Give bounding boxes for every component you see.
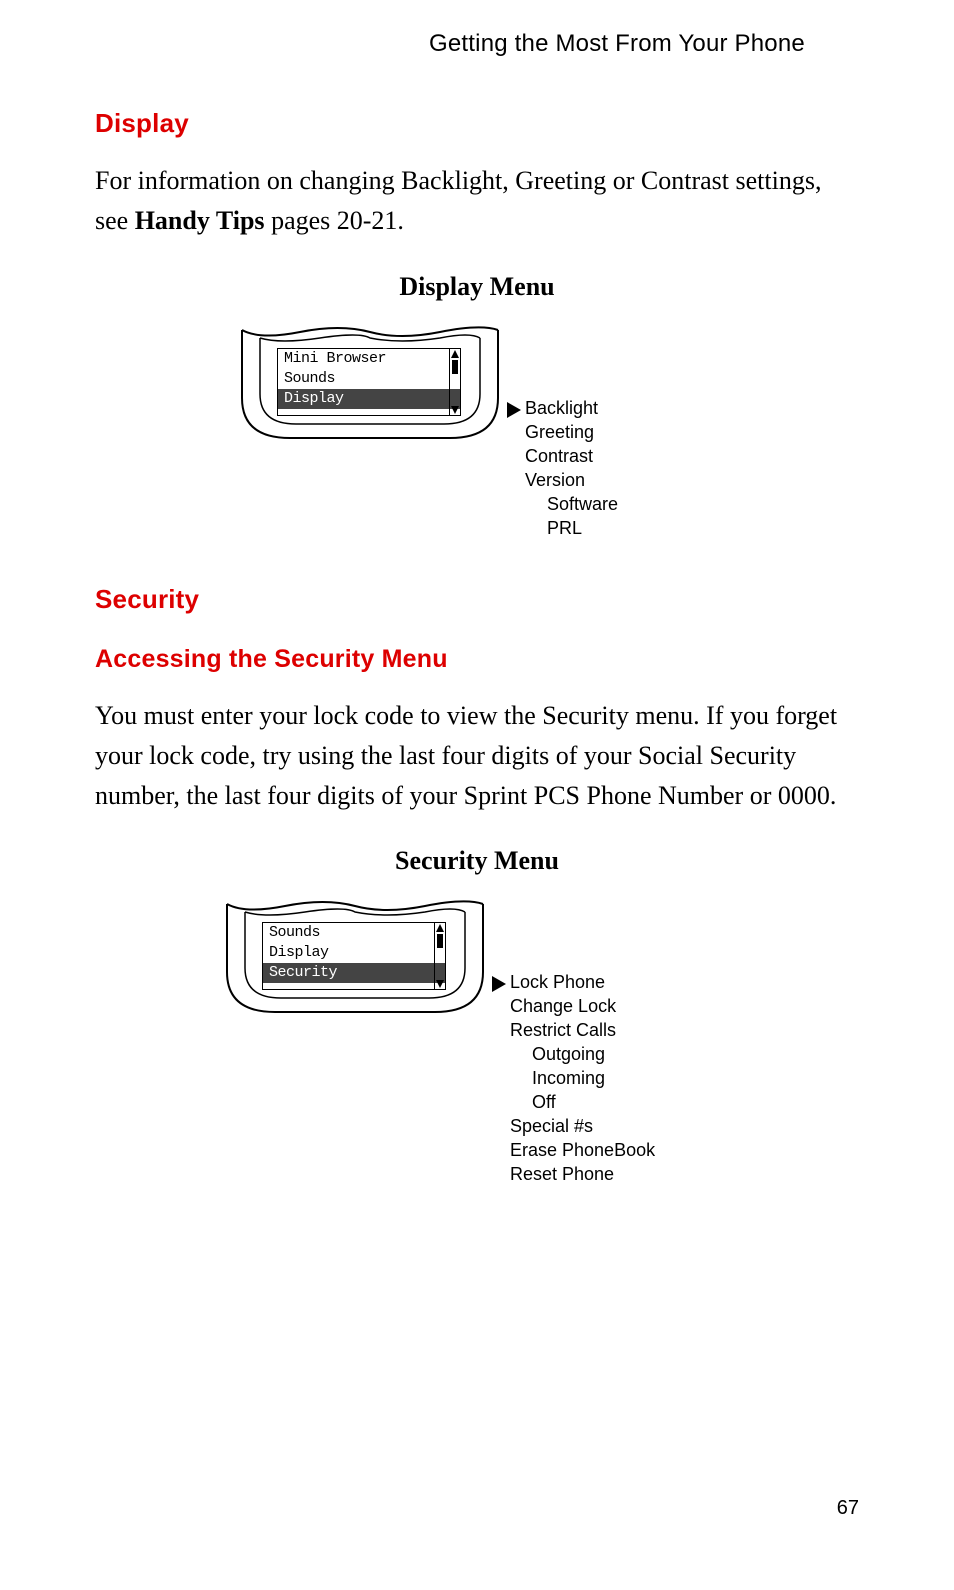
lcd-scrollbar bbox=[434, 923, 445, 989]
security-paragraph: You must enter your lock code to view th… bbox=[95, 696, 859, 817]
callout-line: Restrict Calls bbox=[510, 1018, 655, 1042]
scroll-down-icon bbox=[450, 405, 460, 415]
subheading-security: Accessing the Security Menu bbox=[95, 645, 859, 674]
text: pages 20-21. bbox=[265, 206, 404, 235]
callout-line: Software bbox=[525, 492, 618, 516]
display-paragraph: For information on changing Backlight, G… bbox=[95, 161, 859, 242]
figure-title-display: Display Menu bbox=[95, 272, 859, 302]
scroll-thumb bbox=[452, 360, 458, 374]
callout-line: Erase PhoneBook bbox=[510, 1138, 655, 1162]
lcd-scrollbar bbox=[449, 349, 460, 415]
triangle-right-icon bbox=[492, 974, 506, 998]
callout-line: Greeting bbox=[525, 420, 618, 444]
lcd-row: Sounds bbox=[263, 923, 445, 943]
callout-line: Backlight bbox=[525, 396, 618, 420]
callout-line: Lock Phone bbox=[510, 970, 655, 994]
phone-illustration: Sounds Display Security bbox=[225, 892, 485, 1027]
lcd-row: Mini Browser bbox=[278, 349, 460, 369]
scroll-up-icon bbox=[435, 923, 445, 933]
lcd-screen: Sounds Display Security bbox=[262, 922, 446, 990]
figure-security-menu: Sounds Display Security Lock Phone Chang… bbox=[95, 892, 859, 1192]
callout-line: Contrast bbox=[525, 444, 618, 468]
lcd-row-selected: Security bbox=[263, 963, 445, 983]
callout-security: Lock Phone Change Lock Restrict Calls Ou… bbox=[510, 970, 655, 1186]
heading-security: Security bbox=[95, 584, 859, 615]
scroll-down-icon bbox=[435, 979, 445, 989]
callout-line: Reset Phone bbox=[510, 1162, 655, 1186]
callout-line: Change Lock bbox=[510, 994, 655, 1018]
callout-line: Incoming bbox=[510, 1066, 655, 1090]
running-header: Getting the Most From Your Phone bbox=[375, 30, 859, 58]
callout-line: Outgoing bbox=[510, 1042, 655, 1066]
scroll-up-icon bbox=[450, 349, 460, 359]
lcd-screen: Mini Browser Sounds Display bbox=[277, 348, 461, 416]
page-number: 67 bbox=[837, 1497, 859, 1520]
lcd-row: Display bbox=[263, 943, 445, 963]
heading-display: Display bbox=[95, 108, 859, 139]
callout-display: Backlight Greeting Contrast Version Soft… bbox=[525, 396, 618, 540]
text-bold: Handy Tips bbox=[135, 206, 265, 235]
lcd-row: Sounds bbox=[278, 369, 460, 389]
callout-line: Version bbox=[525, 468, 618, 492]
scroll-thumb bbox=[437, 934, 443, 948]
triangle-right-icon bbox=[507, 400, 521, 424]
callout-line: Special #s bbox=[510, 1114, 655, 1138]
page: Getting the Most From Your Phone Display… bbox=[0, 0, 954, 1590]
figure-title-security: Security Menu bbox=[95, 846, 859, 876]
callout-line: Off bbox=[510, 1090, 655, 1114]
phone-illustration: Mini Browser Sounds Display bbox=[240, 318, 500, 453]
callout-line: PRL bbox=[525, 516, 618, 540]
figure-display-menu: Mini Browser Sounds Display Backlight Gr… bbox=[95, 318, 859, 548]
lcd-row-selected: Display bbox=[278, 389, 460, 409]
